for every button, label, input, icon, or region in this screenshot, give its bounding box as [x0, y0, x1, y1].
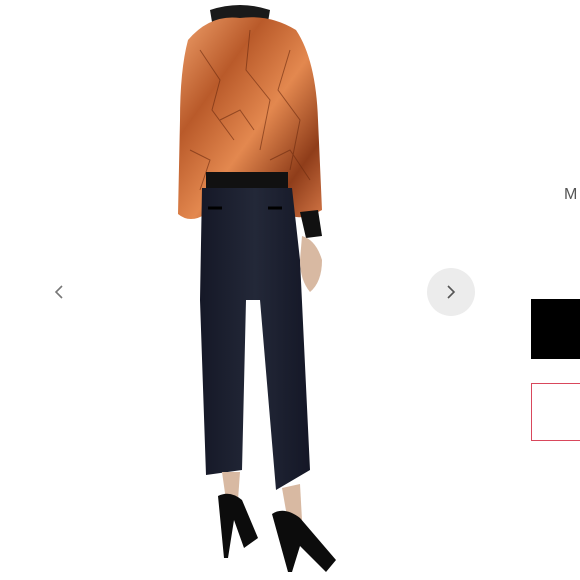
color-swatch-black[interactable]	[531, 299, 580, 359]
color-swatch-selected[interactable]	[531, 383, 580, 441]
size-initial-label: M	[564, 186, 578, 203]
carousel-prev-button[interactable]	[44, 276, 74, 308]
chevron-left-icon	[54, 285, 63, 299]
chevron-right-icon	[447, 285, 456, 299]
carousel-next-button[interactable]	[427, 268, 475, 316]
product-gallery: M	[0, 0, 580, 580]
